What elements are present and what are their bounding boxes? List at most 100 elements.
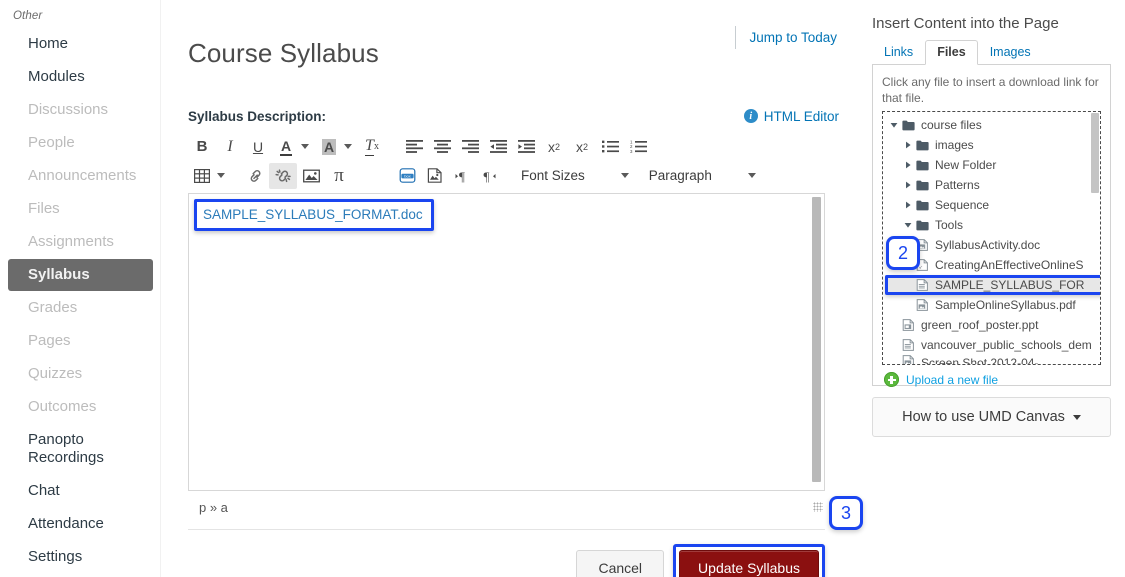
table-icon[interactable] [188, 163, 216, 189]
ltr-direction-icon[interactable]: ¶ [449, 163, 477, 189]
italic-icon[interactable]: I [216, 134, 244, 160]
sidebar-item-home[interactable]: Home [8, 28, 153, 60]
unlink-icon[interactable] [269, 162, 297, 189]
paragraph-chevron-down-icon [747, 173, 756, 179]
inserted-file-link[interactable]: SAMPLE_SYLLABUS_FORMAT.doc [203, 207, 423, 222]
image-icon[interactable] [297, 163, 325, 189]
sidebar-item-panopto-recordings[interactable]: Panopto Recordings [8, 424, 153, 474]
html-editor-link[interactable]: i HTML Editor [743, 109, 839, 124]
editor-content-area[interactable]: SAMPLE_SYLLABUS_FORMAT.doc [188, 192, 825, 491]
align-right-icon[interactable] [456, 134, 484, 160]
tree-item-label: Screen Shot 2012-04-11 at 1.38.22 PM.png [921, 356, 1039, 365]
tree-file-row[interactable]: Screen Shot 2012-04-11 at 1.38.22 PM.png [885, 355, 1100, 365]
tree-folder-row[interactable]: Tools [885, 215, 1100, 235]
tab-links[interactable]: Links [872, 40, 925, 64]
tree-item-label: SampleOnlineSyllabus.pdf [935, 298, 1076, 312]
tab-files[interactable]: Files [925, 40, 978, 65]
sidebar-item-settings[interactable]: Settings [8, 541, 153, 573]
info-icon: i [743, 109, 758, 124]
tree-folder-row[interactable]: New Folder [885, 155, 1100, 175]
chevron-right-icon[interactable] [901, 161, 915, 169]
editor-vertical-scrollbar[interactable] [812, 196, 821, 482]
sidebar-section-heading: Other [13, 10, 43, 22]
tree-file-row[interactable]: SAMPLE_SYLLABUS_FOR [885, 275, 1100, 295]
element-path-breadcrumb: p » a [199, 499, 228, 515]
chevron-down-icon[interactable] [901, 221, 915, 229]
chevron-right-icon[interactable] [901, 201, 915, 209]
rtl-direction-icon[interactable]: ¶ [477, 163, 505, 189]
tree-folder-row[interactable]: images [885, 135, 1100, 155]
sidebar-item-files[interactable]: Files [8, 193, 153, 225]
background-color-icon[interactable]: A [315, 134, 343, 160]
insert-content-title: Insert Content into the Page [872, 15, 1059, 32]
tree-item-label: New Folder [935, 158, 997, 172]
tree-file-row[interactable]: green_roof_poster.ppt [885, 315, 1100, 335]
editor-resize-handle[interactable] [813, 502, 823, 513]
page-header: Course Syllabus Jump to Today [188, 14, 839, 87]
indent-icon[interactable] [512, 134, 540, 160]
update-syllabus-button[interactable]: Update Syllabus [679, 549, 819, 577]
math-equation-icon[interactable]: π [325, 163, 353, 189]
embed-document-icon[interactable] [421, 163, 449, 189]
tree-file-row[interactable]: SampleOnlineSyllabus.pdf [885, 295, 1100, 315]
svg-text:box: box [404, 174, 410, 179]
update-syllabus-highlight-annotation: Update Syllabus [673, 543, 825, 577]
sidebar-item-grades[interactable]: Grades [8, 292, 153, 324]
box-upload-icon[interactable]: box [393, 163, 421, 189]
tree-folder-row[interactable]: course files [885, 115, 1100, 135]
cancel-button[interactable]: Cancel [576, 549, 665, 577]
sidebar-item-people[interactable]: People [8, 127, 153, 159]
file-tree-scrollbar[interactable] [1091, 113, 1099, 193]
course-navigation-sidebar: Other Home Modules Discussions People Announ… [0, 0, 161, 577]
link-icon[interactable] [241, 163, 269, 189]
clear-formatting-icon[interactable]: Tx [358, 134, 386, 160]
sidebar-item-discussions[interactable]: Discussions [8, 94, 153, 126]
sidebar-item-outcomes[interactable]: Outcomes [8, 391, 153, 423]
sidebar-item-assignments[interactable]: Assignments [8, 226, 153, 258]
tree-folder-row[interactable]: Sequence [885, 195, 1100, 215]
tree-item-label: course files [921, 118, 982, 132]
numbered-list-icon[interactable]: 123 [624, 134, 652, 160]
annotation-badge-3: 3 [829, 496, 863, 530]
font-sizes-chevron-down-icon [620, 173, 629, 179]
sidebar-item-attendance[interactable]: Attendance [8, 508, 153, 540]
table-chevron-down-icon[interactable] [217, 173, 225, 179]
text-color-chevron-down-icon[interactable] [301, 144, 309, 150]
svg-text:3: 3 [630, 149, 633, 153]
background-color-chevron-down-icon[interactable] [344, 144, 352, 150]
chevron-right-icon[interactable] [901, 181, 915, 189]
align-left-icon[interactable] [400, 134, 428, 160]
chevron-down-icon[interactable] [887, 121, 901, 129]
outdent-icon[interactable] [484, 134, 512, 160]
syllabus-description-row: Syllabus Description: i HTML Editor [188, 109, 839, 124]
chevron-right-icon[interactable] [901, 141, 915, 149]
subscript-icon[interactable]: x2 [568, 134, 596, 160]
tree-item-label: green_roof_poster.ppt [921, 318, 1039, 332]
paragraph-label: Paragraph [648, 168, 712, 184]
font-sizes-dropdown[interactable]: Font Sizes [515, 168, 635, 183]
sidebar-item-quizzes[interactable]: Quizzes [8, 358, 153, 390]
sidebar-item-pages[interactable]: Pages [8, 325, 153, 357]
editor-toolbar: B I U A A Tx x 2 x 2 1 2 3 π box ¶ ¶ Fon… [188, 131, 825, 193]
text-color-icon[interactable]: A [272, 134, 300, 160]
bulleted-list-icon[interactable] [596, 134, 624, 160]
upload-new-file-row[interactable]: Upload a new file [882, 365, 1101, 387]
ppt-file-icon [901, 319, 915, 331]
align-center-icon[interactable] [428, 134, 456, 160]
underline-icon[interactable]: U [244, 134, 272, 160]
sidebar-item-syllabus[interactable]: Syllabus [8, 259, 153, 291]
tree-folder-row[interactable]: Patterns [885, 175, 1100, 195]
jump-to-today-link[interactable]: Jump to Today [735, 26, 839, 49]
sidebar-item-announcements[interactable]: Announcements [8, 160, 153, 192]
inserted-link-highlight-annotation: SAMPLE_SYLLABUS_FORMAT.doc [194, 198, 434, 231]
bold-icon[interactable]: B [188, 134, 216, 160]
tree-file-row[interactable]: vancouver_public_schools_dem [885, 335, 1100, 355]
sidebar-item-chat[interactable]: Chat [8, 475, 153, 507]
insert-content-panel: Insert Content into the Page Links Files I… [863, 0, 1125, 577]
upload-new-file-label: Upload a new file [906, 372, 999, 387]
umd-canvas-help-dropdown[interactable]: How to use UMD Canvas [872, 397, 1111, 437]
sidebar-item-modules[interactable]: Modules [8, 61, 153, 93]
paragraph-dropdown[interactable]: Paragraph [643, 168, 762, 183]
superscript-icon[interactable]: x2 [540, 134, 568, 160]
tab-images[interactable]: Images [978, 40, 1043, 64]
